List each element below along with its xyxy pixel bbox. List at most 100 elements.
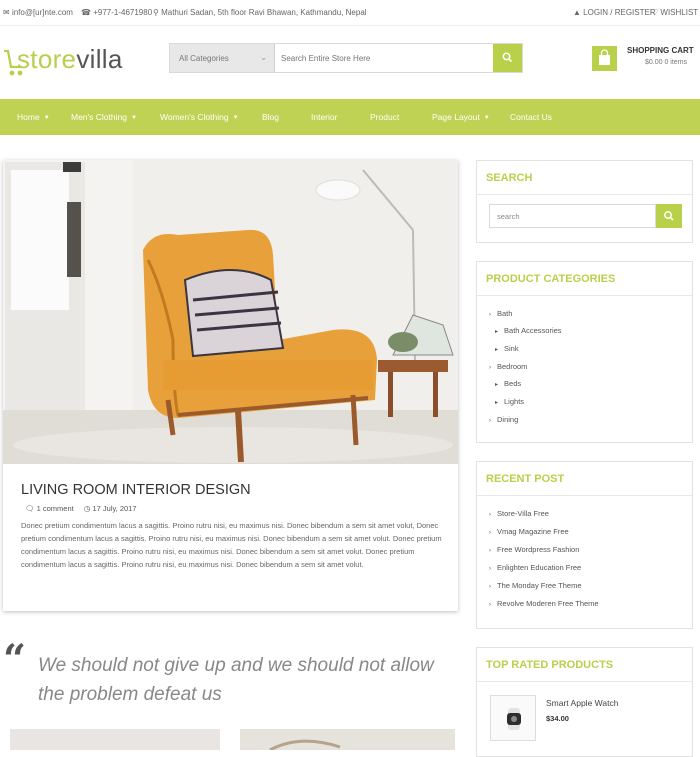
shopping-bag-icon xyxy=(592,46,617,71)
product-categories-widget: PRODUCT CATEGORIES › Bath ▸ Bath Accessori… xyxy=(476,261,693,443)
login-text: LOGIN / REGISTER xyxy=(583,8,656,17)
cart-title: SHOPPING CART xyxy=(627,46,694,55)
recent-post-link[interactable]: › Vmag Magazine Free xyxy=(489,527,569,536)
recent-post-widget: RECENT POST › Store-Villa Free › Vmag Maga… xyxy=(476,461,693,629)
wishlist-link[interactable]: ♡ WISHLIST xyxy=(651,8,698,17)
caret-right-icon: ▸ xyxy=(495,382,499,388)
product-image[interactable] xyxy=(490,695,536,741)
heart-icon: ♡ xyxy=(651,8,659,17)
nav-item-interior[interactable]: Interior xyxy=(311,112,337,122)
recent-post-link[interactable]: › The Monday Free Theme xyxy=(489,581,582,590)
caret-right-icon: ▸ xyxy=(495,347,499,353)
caret-right-icon: › xyxy=(489,548,491,554)
widget-title: TOP RATED PRODUCTS xyxy=(486,659,614,671)
category-item-sink[interactable]: ▸ Sink xyxy=(495,344,519,353)
caret-right-icon: › xyxy=(489,365,491,371)
category-item-dining[interactable]: › Dining xyxy=(489,415,518,424)
post-featured-image[interactable] xyxy=(3,160,458,464)
nav-item-page-layout[interactable]: Page Layout ▼ xyxy=(432,112,490,122)
mail-icon: ✉ xyxy=(3,8,10,17)
post-meta: 🗨 1 comment ◷ 17 July, 2017 xyxy=(25,504,137,513)
product-thumbnail[interactable] xyxy=(240,729,455,752)
nav-item-contact-us[interactable]: Contact Us xyxy=(510,112,552,122)
category-item-beds[interactable]: ▸ Beds xyxy=(495,379,521,388)
caret-down-icon: ▼ xyxy=(483,115,490,121)
phone-text: +977-1-4671980 xyxy=(93,8,153,17)
store-search-input[interactable] xyxy=(275,44,495,72)
header-search-bar: All Categories ⌄ xyxy=(169,43,523,73)
cart-summary: $0.00 0 items xyxy=(645,59,688,66)
logo-wordmark: storevilla xyxy=(17,44,123,74)
email-contact[interactable]: ✉ info@[ur]nte.com xyxy=(3,8,73,17)
nav-item-mens-clothing[interactable]: Men's Clothing ▼ xyxy=(71,112,137,122)
divider xyxy=(477,681,692,682)
caret-right-icon: › xyxy=(489,512,491,518)
wishlist-text: WISHLIST xyxy=(660,8,699,17)
caret-right-icon: › xyxy=(489,418,491,424)
sidebar-search-input[interactable]: search xyxy=(489,204,656,228)
caret-right-icon: ▸ xyxy=(495,329,499,335)
address-contact: ⚲ Mathuri Sadan, 5th floor Ravi Bhawan, … xyxy=(153,8,367,17)
phone-icon: ☎ xyxy=(81,8,91,17)
search-icon xyxy=(502,52,513,63)
caret-right-icon: › xyxy=(489,312,491,318)
widget-title: RECENT POST xyxy=(486,473,565,485)
site-header: storevilla All Categories ⌄ SHOPPING CAR… xyxy=(0,26,700,100)
product-name[interactable]: Smart Apple Watch xyxy=(546,698,618,708)
testimonial-quote: “ We should not give up and we should no… xyxy=(0,640,460,720)
sidebar-search-button[interactable] xyxy=(656,204,682,228)
quote-text: We should not give up and we should not … xyxy=(38,655,434,705)
product-price: $34.00 xyxy=(546,714,569,723)
search-widget: SEARCH search xyxy=(476,160,693,243)
chevron-down-icon: ⌄ xyxy=(260,53,267,62)
login-register-link[interactable]: ▲ LOGIN / REGISTER xyxy=(573,8,656,17)
caret-down-icon: ▼ xyxy=(232,115,239,121)
nav-item-blog[interactable]: Blog xyxy=(262,112,279,122)
location-pin-icon: ⚲ xyxy=(153,8,159,17)
divider xyxy=(477,295,692,296)
recent-post-link[interactable]: › Revolve Moderen Free Theme xyxy=(489,599,599,608)
product-thumbnail[interactable] xyxy=(10,729,220,750)
post-title[interactable]: LIVING ROOM INTERIOR DESIGN xyxy=(21,482,251,498)
post-date: 17 July, 2017 xyxy=(92,504,137,513)
caret-right-icon: › xyxy=(489,566,491,572)
comment-icon: 🗨 xyxy=(25,504,35,513)
divider xyxy=(477,194,692,195)
top-rated-products-widget: TOP RATED PRODUCTS Smart Apple Watch $34… xyxy=(476,647,693,757)
post-excerpt: Donec pretium condimentum lacus a sagitt… xyxy=(21,521,442,570)
caret-right-icon: ▸ xyxy=(495,400,499,406)
caret-right-icon: › xyxy=(489,602,491,608)
caret-right-icon: › xyxy=(489,584,491,590)
top-bar: ✉ info@[ur]nte.com ☎ +977-1-4671980 ⚲ Ma… xyxy=(0,0,700,26)
category-select[interactable]: All Categories ⌄ xyxy=(170,44,275,72)
nav-item-product[interactable]: Product xyxy=(370,112,399,122)
search-icon xyxy=(664,211,674,221)
comment-count[interactable]: 1 comment xyxy=(37,504,74,513)
widget-title: PRODUCT CATEGORIES xyxy=(486,273,616,285)
search-button[interactable] xyxy=(493,44,522,72)
nav-item-womens-clothing[interactable]: Women's Clothing ▼ xyxy=(160,112,239,122)
recent-post-link[interactable]: › Store-Villa Free xyxy=(489,509,549,518)
user-icon: ▲ xyxy=(573,8,581,17)
divider xyxy=(477,495,692,496)
shopping-cart[interactable]: SHOPPING CART $0.00 0 items xyxy=(592,46,700,76)
category-item-bath[interactable]: › Bath xyxy=(489,309,512,318)
phone-contact: ☎ +977-1-4671980 xyxy=(81,8,152,17)
caret-right-icon: › xyxy=(489,530,491,536)
category-item-bedroom[interactable]: › Bedroom xyxy=(489,362,527,371)
email-text: info@[ur]nte.com xyxy=(11,8,73,17)
caret-down-icon: ▼ xyxy=(130,115,137,121)
main-nav: Home ▼ Men's Clothing ▼ Women's Clothing ▼ … xyxy=(0,99,700,135)
site-logo[interactable]: storevilla xyxy=(2,39,142,79)
clock-icon: ◷ xyxy=(83,504,91,513)
category-item-lights[interactable]: ▸ Lights xyxy=(495,397,524,406)
blog-post-card: LIVING ROOM INTERIOR DESIGN 🗨 1 comment … xyxy=(3,160,458,611)
recent-post-link[interactable]: › Free Wordpress Fashion xyxy=(489,545,579,554)
nav-item-home[interactable]: Home ▼ xyxy=(17,112,50,122)
widget-title: SEARCH xyxy=(486,172,533,184)
quote-icon: “ xyxy=(3,636,27,683)
address-text: Mathuri Sadan, 5th floor Ravi Bhawan, Ka… xyxy=(161,8,367,17)
caret-down-icon: ▼ xyxy=(43,115,50,121)
recent-post-link[interactable]: › Enlighten Education Free xyxy=(489,563,581,572)
category-item-bath-accessories[interactable]: ▸ Bath Accessories xyxy=(495,326,562,335)
